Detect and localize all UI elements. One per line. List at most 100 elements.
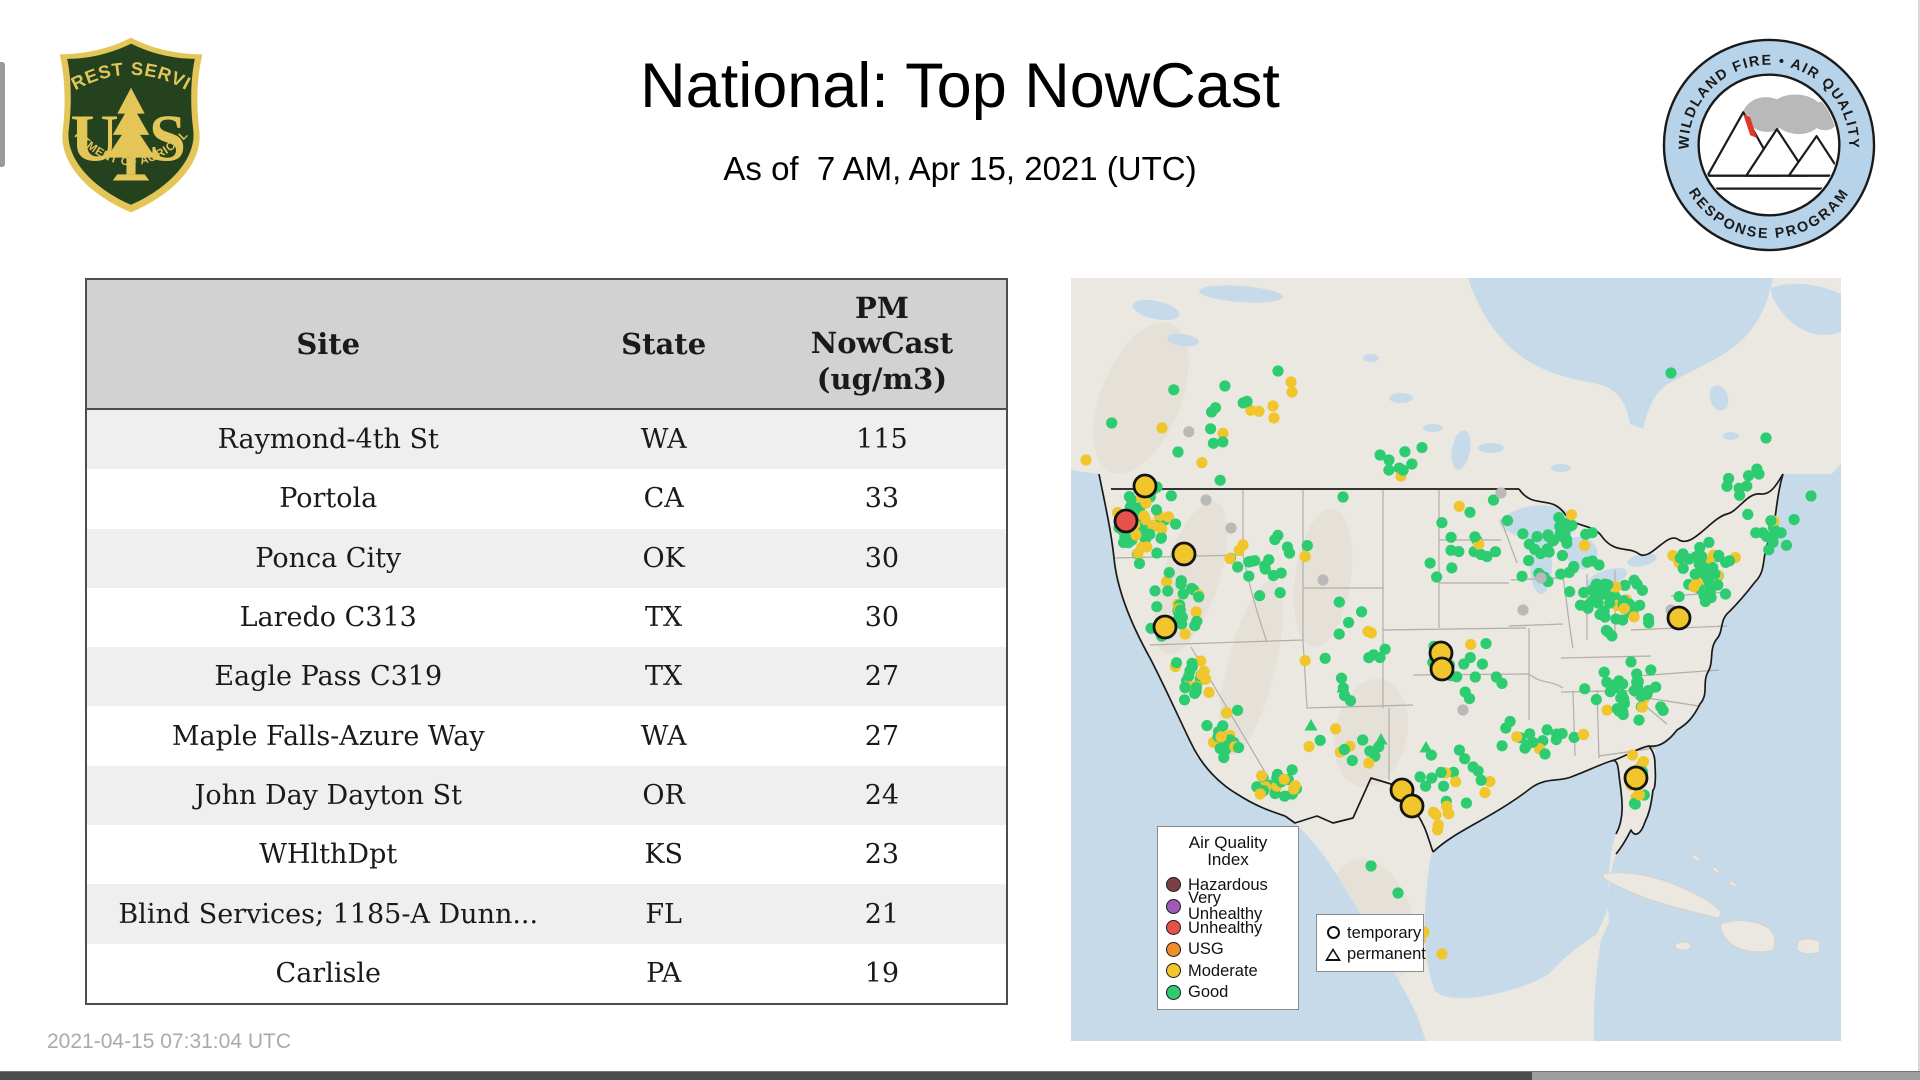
monitor-dot (1431, 571, 1443, 583)
cell-value: 27 (864, 661, 900, 693)
table-row: Eagle Pass C319 TX 27 (87, 647, 1006, 707)
monitor-dot (1106, 417, 1118, 429)
monitor-dot (1602, 579, 1614, 591)
table-row: Laredo C313 TX 30 (87, 587, 1006, 648)
table-row: Portola CA 33 (87, 469, 1006, 529)
monitor-dot (1618, 603, 1630, 615)
monitor-dot (1561, 537, 1573, 549)
monitor-dot (1133, 557, 1146, 570)
column-header-site: Site (296, 327, 361, 361)
cell-value: 30 (864, 602, 900, 634)
monitor-dot (1625, 656, 1637, 668)
horizontal-scrollbar[interactable] (0, 1071, 1920, 1080)
monitor-dot (1191, 615, 1203, 627)
monitor-dot (1155, 532, 1167, 544)
monitor-dot (1420, 780, 1432, 792)
monitor-dot (1673, 591, 1685, 603)
monitor-dot (1144, 528, 1156, 540)
monitor-dot (1432, 819, 1444, 831)
monitor-dot (1215, 731, 1227, 743)
highlighted-site-marker (1152, 614, 1178, 640)
usfs-logo: FOREST SERVICE U S DEPARTMENT OF AGRICUL… (47, 19, 207, 214)
monitor-dot (1080, 454, 1092, 466)
monitor-dot (1125, 493, 1137, 506)
cell-value: 27 (864, 720, 900, 752)
monitor-dot (1529, 543, 1541, 555)
monitor-dot (1626, 749, 1639, 761)
monitor-dot (1319, 652, 1331, 664)
monitor-dot (1574, 599, 1587, 611)
horizontal-scrollbar-thumb[interactable] (0, 1072, 1532, 1080)
monitor-dot (1392, 887, 1404, 899)
monitor-dot (1677, 562, 1689, 574)
highlighted-site-marker (1171, 541, 1197, 567)
monitor-dot (1162, 585, 1174, 597)
monitor-dot (1590, 694, 1602, 706)
monitor-dot (1580, 528, 1592, 540)
monitor-dot (1469, 671, 1481, 683)
monitor-dot (1193, 591, 1205, 603)
page-title: National: Top NowCast (640, 51, 1280, 121)
cell-state: WA (640, 720, 687, 752)
monitor-dot (1704, 585, 1716, 597)
cell-site: Raymond-4th St (217, 424, 439, 456)
monitor-dot (1289, 780, 1301, 792)
monitor-dot (1217, 436, 1229, 448)
monitor-dot (1604, 686, 1616, 698)
monitor-dot (1179, 628, 1191, 640)
aqi-legend-label: Very Unhealthy (1188, 888, 1263, 924)
monitor-dot (1343, 616, 1355, 629)
monitor-dot (1699, 595, 1711, 608)
cell-value: 19 (864, 957, 900, 989)
monitor-dot (1317, 574, 1329, 586)
monitor-dot (1175, 578, 1187, 590)
monitor-dot (1269, 534, 1281, 546)
monitor-dot (1655, 701, 1667, 713)
monitor-dot (1259, 563, 1271, 575)
aqi-color-swatch (1166, 898, 1181, 914)
monitor-dot (1233, 742, 1245, 754)
monitor-dot (1190, 685, 1202, 697)
monitor-dot (1233, 544, 1245, 556)
aqi-color-swatch (1166, 920, 1181, 936)
table-row: Raymond-4th St WA 115 (87, 410, 1006, 470)
monitor-dot (1600, 624, 1612, 637)
monitor-dot (1154, 522, 1166, 534)
monitor-dot (1346, 755, 1358, 767)
aqi-color-swatch (1166, 877, 1181, 893)
generated-timestamp: 2021-04-15 07:31:04 UTC (47, 1030, 291, 1053)
monitor-dot (1205, 423, 1217, 435)
table-row: Maple Falls-Azure Way WA 27 (87, 706, 1006, 766)
cell-site: Carlisle (275, 957, 381, 989)
circle-marker-icon (1325, 926, 1341, 940)
cell-state: OK (642, 542, 685, 574)
monitor-dot (1338, 743, 1350, 756)
table-row: Carlisle PA 19 (87, 943, 1006, 1003)
monitor-dot (1243, 556, 1255, 568)
monitor-dot (1770, 525, 1782, 537)
monitor-dot (1760, 432, 1772, 444)
monitor-dot (1611, 703, 1623, 715)
monitor-dot (1184, 665, 1196, 677)
cell-site: Ponca City (255, 542, 402, 574)
monitor-dot (1517, 604, 1529, 616)
monitor-dot (1633, 789, 1646, 801)
monitor-dot (1150, 504, 1163, 516)
monitor-dot (1634, 599, 1646, 611)
monitor-dot (1256, 770, 1268, 782)
monitor-dot (1780, 539, 1793, 551)
monitor-dot (1151, 547, 1163, 559)
monitor-dot (1314, 734, 1326, 746)
monitor-dot (1357, 734, 1369, 746)
monitor-dot (1450, 776, 1462, 788)
monitor-dot (1689, 568, 1701, 580)
monitor-dot (1481, 550, 1493, 563)
monitor-dot (1500, 722, 1512, 734)
monitor-dot (1168, 384, 1180, 396)
monitor-dot (1379, 643, 1391, 655)
top-nowcast-table: Site State PM NowCast (ug/m3) Raymond-4th … (85, 278, 1008, 1005)
monitor-dot (1642, 613, 1655, 625)
monitor-dot (1674, 552, 1686, 564)
monitor-dot (1224, 553, 1236, 565)
aqi-legend-item: Very Unhealthy (1166, 890, 1290, 923)
